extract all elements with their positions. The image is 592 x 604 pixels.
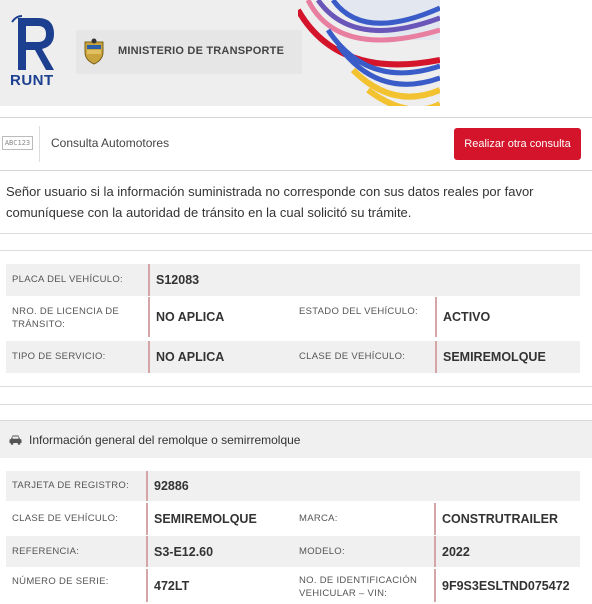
placa-value: S12083 bbox=[148, 264, 199, 296]
row-placa: PLACA DEL VEHÍCULO: S12083 bbox=[6, 264, 580, 296]
divider bbox=[0, 404, 592, 405]
decorative-waves bbox=[298, 0, 440, 106]
header-banner: RUNT MINISTERIO DE TRANSPORTE bbox=[0, 0, 592, 106]
divider bbox=[0, 250, 592, 251]
section-title: Información general del remolque o semir… bbox=[29, 433, 301, 447]
estado-label: ESTADO DEL VEHÍCULO: bbox=[299, 306, 418, 317]
referencia-value: S3-E12.60 bbox=[146, 536, 213, 567]
servicio-value: NO APLICA bbox=[148, 341, 224, 373]
modelo-value: 2022 bbox=[434, 536, 470, 567]
row-licencia: NRO. DE LICENCIA DE TRÁNSITO: NO APLICA … bbox=[6, 297, 580, 337]
licencia-value: NO APLICA bbox=[148, 297, 224, 337]
divider bbox=[0, 386, 592, 387]
colombia-shield-icon bbox=[84, 38, 104, 65]
modelo-label: MODELO: bbox=[299, 546, 345, 557]
serie-value: 472LT bbox=[146, 569, 189, 602]
vin-value: 9F9S3ESLTND075472 bbox=[434, 569, 570, 602]
estado-value: ACTIVO bbox=[435, 297, 490, 337]
runt-logo-text: RUNT bbox=[10, 72, 54, 89]
tarjeta-label: TARJETA DE REGISTRO: bbox=[12, 480, 130, 491]
clase-remolque-label: CLASE DE VEHÍCULO: bbox=[12, 513, 119, 524]
remolque-section-header: Información general del remolque o semir… bbox=[0, 420, 592, 458]
row-serie-vin: NÚMERO DE SERIE: 472LT NO. DE IDENTIFICA… bbox=[6, 569, 580, 602]
notice-text: Señor usuario si la información suminist… bbox=[6, 184, 534, 220]
licencia-label: NRO. DE LICENCIA DE TRÁNSITO: bbox=[12, 306, 120, 330]
car-icon bbox=[9, 435, 22, 445]
row-clase-marca: CLASE DE VEHÍCULO: SEMIREMOLQUE MARCA: C… bbox=[6, 503, 580, 535]
marca-value: CONSTRUTRAILER bbox=[434, 503, 558, 535]
servicio-label: TIPO DE SERVICIO: bbox=[12, 351, 106, 362]
plate-icon: ABC123 bbox=[2, 136, 33, 150]
row-servicio: TIPO DE SERVICIO: NO APLICA CLASE DE VEH… bbox=[6, 341, 580, 373]
tarjeta-value: 92886 bbox=[146, 471, 189, 501]
placa-label: PLACA DEL VEHÍCULO: bbox=[12, 274, 123, 285]
page-title: Consulta Automotores bbox=[51, 136, 170, 150]
consulta-titlebar: ABC123 Consulta Automotores Realizar otr… bbox=[0, 117, 592, 171]
row-tarjeta: TARJETA DE REGISTRO: 92886 bbox=[6, 471, 580, 501]
row-referencia-modelo: REFERENCIA: S3-E12.60 MODELO: 2022 bbox=[6, 536, 580, 567]
clase-remolque-value: SEMIREMOLQUE bbox=[146, 503, 257, 535]
marca-label: MARCA: bbox=[299, 513, 338, 524]
title-divider bbox=[39, 126, 40, 162]
new-consulta-button[interactable]: Realizar otra consulta bbox=[454, 128, 581, 160]
ministry-logo: MINISTERIO DE TRANSPORTE bbox=[76, 30, 302, 74]
vin-label: NO. DE IDENTIFICACIÓN VEHICULAR – VIN: bbox=[299, 575, 418, 599]
ministry-name: MINISTERIO DE TRANSPORTE bbox=[118, 45, 285, 57]
clase-label: CLASE DE VEHÍCULO: bbox=[299, 351, 406, 362]
clase-value: SEMIREMOLQUE bbox=[435, 341, 546, 373]
divider bbox=[0, 233, 592, 234]
serie-label: NÚMERO DE SERIE: bbox=[12, 576, 109, 587]
referencia-label: REFERENCIA: bbox=[12, 546, 80, 557]
